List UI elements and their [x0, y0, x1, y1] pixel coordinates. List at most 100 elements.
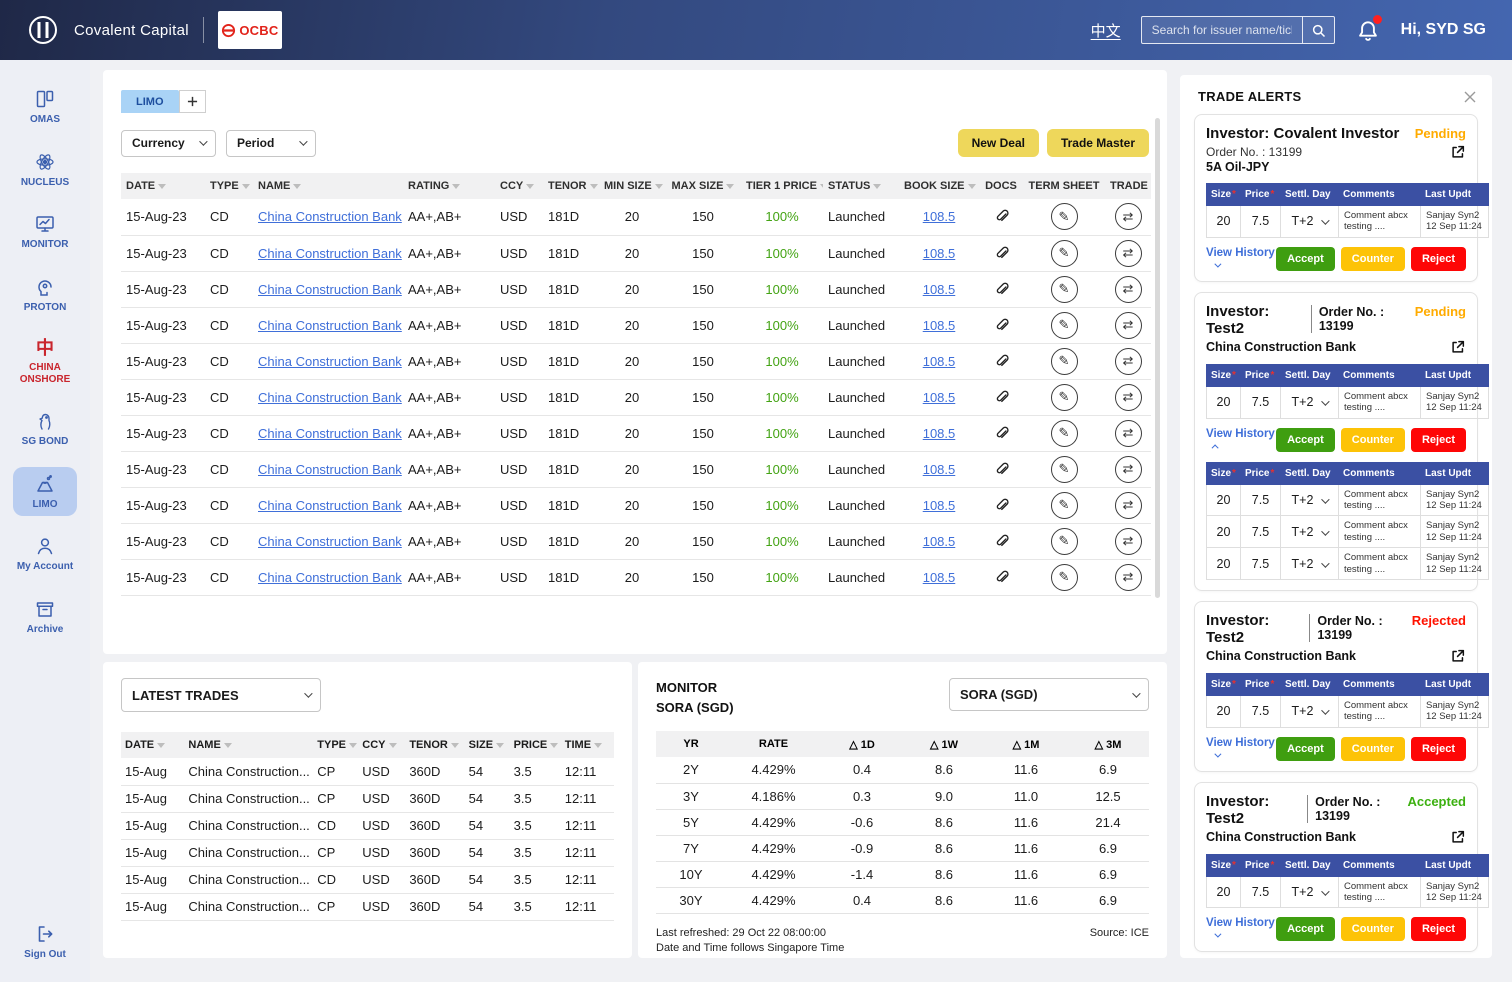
- new-deal-button[interactable]: New Deal: [958, 129, 1039, 157]
- sidebar-item-sign-out[interactable]: Sign Out: [13, 917, 77, 967]
- term-sheet-edit-icon[interactable]: ✎: [1051, 492, 1078, 519]
- accept-button[interactable]: Accept: [1276, 428, 1335, 452]
- search-button[interactable]: [1302, 17, 1334, 43]
- period-filter[interactable]: Period: [226, 130, 316, 157]
- view-history-link[interactable]: View History: [1206, 917, 1276, 941]
- term-sheet-edit-icon[interactable]: ✎: [1051, 564, 1078, 591]
- term-sheet-edit-icon[interactable]: ✎: [1051, 240, 1078, 267]
- issuer-name-link[interactable]: China Construction Bank: [258, 534, 402, 549]
- col-date[interactable]: DATE: [121, 732, 184, 758]
- book-size-link[interactable]: 108.5: [923, 354, 956, 369]
- term-sheet-edit-icon[interactable]: ✎: [1051, 384, 1078, 411]
- paperclip-icon[interactable]: [992, 495, 1010, 513]
- col-ccy[interactable]: CCY: [358, 732, 405, 758]
- col-tenor[interactable]: TENOR: [543, 173, 599, 199]
- paperclip-icon[interactable]: [992, 206, 1010, 224]
- trade-swap-icon[interactable]: ⇄: [1115, 240, 1142, 267]
- trade-swap-icon[interactable]: ⇄: [1115, 312, 1142, 339]
- term-sheet-edit-icon[interactable]: ✎: [1051, 528, 1078, 555]
- trade-swap-icon[interactable]: ⇄: [1115, 420, 1142, 447]
- language-toggle[interactable]: 中文: [1091, 20, 1121, 41]
- counter-button[interactable]: Counter: [1341, 428, 1405, 452]
- book-size-link[interactable]: 108.5: [923, 570, 956, 585]
- sidebar-item-my-account[interactable]: My Account: [13, 529, 77, 579]
- add-tab-button[interactable]: [179, 90, 206, 113]
- settl-day-select[interactable]: T+2: [1281, 695, 1339, 727]
- issuer-name-link[interactable]: China Construction Bank: [258, 570, 402, 585]
- open-order-button[interactable]: [1450, 339, 1466, 355]
- notifications-button[interactable]: [1355, 17, 1381, 43]
- trade-master-button[interactable]: Trade Master: [1047, 129, 1149, 157]
- paperclip-icon[interactable]: [992, 459, 1010, 477]
- book-size-link[interactable]: 108.5: [923, 498, 956, 513]
- counter-button[interactable]: Counter: [1341, 737, 1405, 761]
- col-price[interactable]: PRICE: [510, 732, 561, 758]
- open-order-button[interactable]: [1450, 144, 1466, 160]
- trade-swap-icon[interactable]: ⇄: [1115, 384, 1142, 411]
- view-history-link[interactable]: View History: [1206, 428, 1276, 452]
- reject-button[interactable]: Reject: [1411, 917, 1466, 941]
- reject-button[interactable]: Reject: [1411, 247, 1466, 271]
- paperclip-icon[interactable]: [992, 351, 1010, 369]
- settl-day-select[interactable]: T+2: [1281, 548, 1339, 580]
- col-time[interactable]: TIME: [561, 732, 614, 758]
- term-sheet-edit-icon[interactable]: ✎: [1051, 348, 1078, 375]
- col-tier1-price[interactable]: TIER 1 PRICE: [741, 173, 823, 199]
- sidebar-item-sg-bond[interactable]: SG BOND: [13, 404, 77, 454]
- col-date[interactable]: DATE: [121, 173, 205, 199]
- col-book-size[interactable]: BOOK SIZE: [899, 173, 979, 199]
- col-name[interactable]: NAME: [184, 732, 313, 758]
- reject-button[interactable]: Reject: [1411, 428, 1466, 452]
- issuer-name-link[interactable]: China Construction Bank: [258, 282, 402, 297]
- col-name[interactable]: NAME: [253, 173, 403, 199]
- paperclip-icon[interactable]: [992, 279, 1010, 297]
- term-sheet-edit-icon[interactable]: ✎: [1051, 276, 1078, 303]
- term-sheet-edit-icon[interactable]: ✎: [1051, 420, 1078, 447]
- sidebar-item-omas[interactable]: OMAS: [13, 82, 77, 132]
- sidebar-item-proton[interactable]: PROTON: [13, 270, 77, 320]
- book-size-link[interactable]: 108.5: [923, 462, 956, 477]
- currency-filter[interactable]: Currency: [121, 130, 216, 157]
- issuer-name-link[interactable]: China Construction Bank: [258, 462, 402, 477]
- view-history-link[interactable]: View History: [1206, 247, 1276, 271]
- trade-swap-icon[interactable]: ⇄: [1115, 564, 1142, 591]
- issuer-name-link[interactable]: China Construction Bank: [258, 498, 402, 513]
- search-input[interactable]: [1142, 17, 1302, 43]
- issuer-name-link[interactable]: China Construction Bank: [258, 209, 402, 224]
- paperclip-icon[interactable]: [992, 315, 1010, 333]
- col-type[interactable]: TYPE: [205, 173, 253, 199]
- col-ccy[interactable]: CCY: [495, 173, 543, 199]
- close-panel-button[interactable]: [1464, 91, 1476, 103]
- trade-swap-icon[interactable]: ⇄: [1115, 492, 1142, 519]
- deals-scrollbar[interactable]: [1155, 118, 1160, 598]
- col-type[interactable]: TYPE: [313, 732, 358, 758]
- col-rating[interactable]: RATING: [403, 173, 495, 199]
- latest-trades-select[interactable]: LATEST TRADES: [121, 678, 321, 712]
- sidebar-item-limo[interactable]: LIMO: [13, 467, 77, 517]
- sidebar-item-nucleus[interactable]: NUCLEUS: [13, 145, 77, 195]
- paperclip-icon[interactable]: [992, 567, 1010, 585]
- term-sheet-edit-icon[interactable]: ✎: [1051, 312, 1078, 339]
- paperclip-icon[interactable]: [992, 423, 1010, 441]
- settl-day-select[interactable]: T+2: [1281, 484, 1339, 516]
- book-size-link[interactable]: 108.5: [923, 534, 956, 549]
- trade-swap-icon[interactable]: ⇄: [1115, 276, 1142, 303]
- open-order-button[interactable]: [1450, 829, 1466, 845]
- col-size[interactable]: SIZE: [465, 732, 510, 758]
- accept-button[interactable]: Accept: [1276, 917, 1335, 941]
- term-sheet-edit-icon[interactable]: ✎: [1051, 456, 1078, 483]
- accept-button[interactable]: Accept: [1276, 247, 1335, 271]
- trade-swap-icon[interactable]: ⇄: [1115, 203, 1142, 230]
- issuer-name-link[interactable]: China Construction Bank: [258, 426, 402, 441]
- settl-day-select[interactable]: T+2: [1281, 516, 1339, 548]
- book-size-link[interactable]: 108.5: [923, 318, 956, 333]
- accept-button[interactable]: Accept: [1276, 737, 1335, 761]
- ocbc-logo[interactable]: OCBC: [218, 11, 282, 49]
- settl-day-select[interactable]: T+2: [1281, 876, 1339, 908]
- col-tenor[interactable]: TENOR: [405, 732, 464, 758]
- reject-button[interactable]: Reject: [1411, 737, 1466, 761]
- book-size-link[interactable]: 108.5: [923, 390, 956, 405]
- book-size-link[interactable]: 108.5: [923, 246, 956, 261]
- counter-button[interactable]: Counter: [1341, 917, 1405, 941]
- term-sheet-edit-icon[interactable]: ✎: [1051, 203, 1078, 230]
